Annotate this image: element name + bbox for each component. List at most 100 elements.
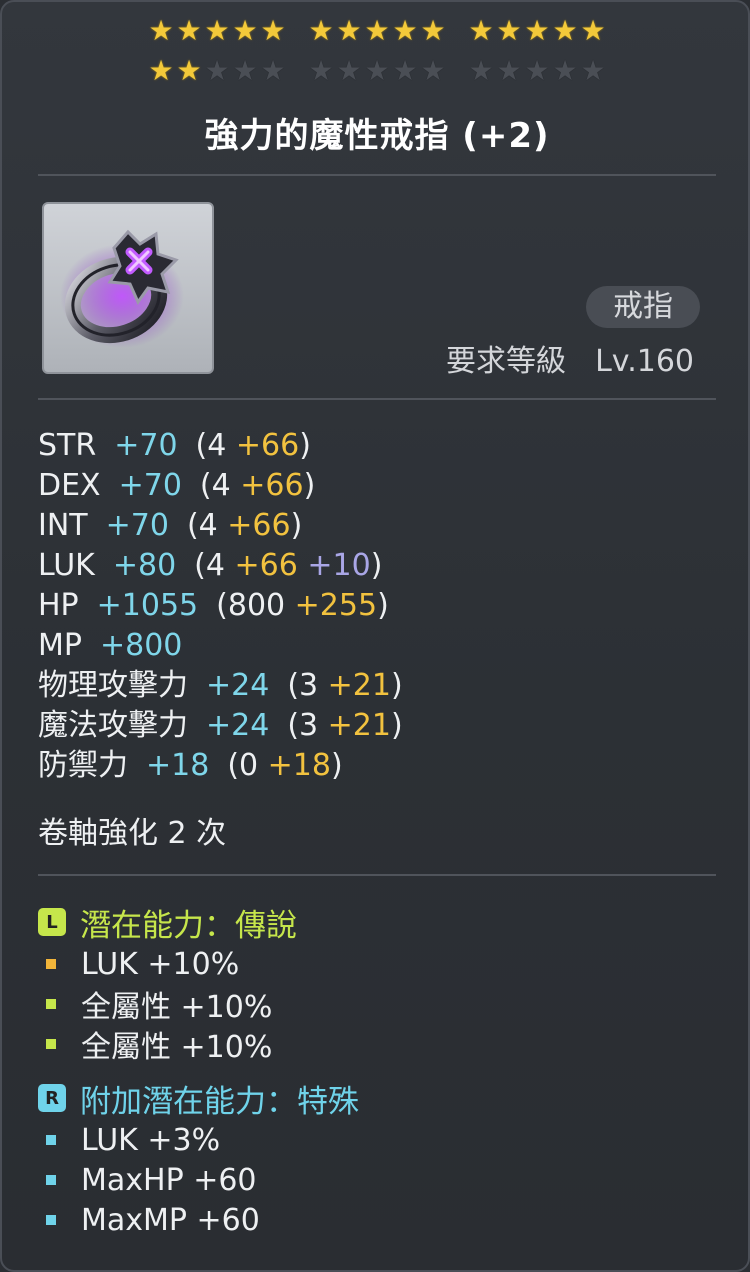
stat-total: +24 — [206, 708, 270, 743]
potential-line-text: LUK +10% — [81, 946, 240, 982]
bullet-icon — [46, 1039, 56, 1049]
star-filled-icon: ★ — [580, 14, 606, 47]
potential-line: 全屬性 +10% — [38, 984, 273, 1025]
star-filled-icon: ★ — [524, 14, 550, 47]
stat-base: 800 — [227, 588, 286, 623]
star-empty-icon: ★ — [392, 54, 418, 87]
potential-line-text: MaxHP +60 — [81, 1162, 257, 1198]
potential-line: MaxMP +60 — [38, 1200, 260, 1240]
requirement-level: Lv.160 — [595, 344, 694, 379]
star-empty-icon: ★ — [524, 54, 550, 87]
star-empty-icon: ★ — [552, 54, 578, 87]
additional-potential-label: 附加潛在能力：特殊 — [80, 1083, 359, 1120]
stat-line: LUK +80 (4 +66 +10) — [38, 548, 383, 583]
divider — [38, 174, 716, 176]
stat-bonus: +66 — [227, 508, 291, 543]
stat-bonus: +21 — [327, 668, 391, 703]
star-group: ★ ★ ★ ★ ★ — [308, 14, 446, 47]
star-group: ★ ★ ★ ★ ★ — [148, 54, 286, 87]
potential-line-text: 全屬性 +10% — [81, 1030, 273, 1065]
stat-name: INT — [38, 508, 88, 543]
potential-line: LUK +3% — [38, 1120, 220, 1160]
stat-base: 3 — [299, 708, 319, 743]
star-filled-icon: ★ — [176, 14, 202, 47]
stat-name: LUK — [38, 548, 95, 583]
stat-base: 3 — [299, 668, 319, 703]
star-filled-icon: ★ — [176, 54, 202, 87]
stat-bonus: +66 — [235, 428, 300, 463]
stat-bonus: +66 — [240, 468, 304, 503]
stat-line: INT +70 (4 +66) — [38, 508, 303, 543]
star-empty-icon: ★ — [580, 54, 606, 87]
stat-line: HP +1055 (800 +255) — [38, 588, 389, 623]
star-filled-icon: ★ — [148, 14, 174, 47]
potential-line-text: LUK +3% — [81, 1122, 221, 1158]
star-empty-icon: ★ — [336, 54, 362, 87]
stat-line: DEX +70 (4 +66) — [38, 468, 316, 503]
scroll-upgrade-count: 卷軸強化 2 次 — [38, 816, 227, 851]
star-filled-icon: ★ — [552, 14, 578, 47]
stat-total: +24 — [206, 668, 270, 703]
star-filled-icon: ★ — [392, 14, 418, 47]
stat-line: 物理攻擊力 +24 (3 +21) — [38, 668, 403, 703]
potential-line: 全屬性 +10% — [38, 1024, 273, 1065]
star-empty-icon: ★ — [204, 54, 230, 87]
star-force-row-1: ★ ★ ★ ★ ★ ★ ★ ★ ★ ★ ★ ★ ★ ★ ★ — [2, 14, 750, 47]
purple-cursed-ring-icon — [60, 229, 184, 348]
divider — [38, 874, 716, 876]
star-empty-icon: ★ — [232, 54, 258, 87]
potential-line: LUK +10% — [38, 944, 239, 984]
bullet-icon — [46, 999, 56, 1009]
stat-name: 魔法攻擊力 — [38, 708, 188, 743]
star-filled-icon: ★ — [308, 14, 334, 47]
potential-label: 潛在能力：傳說 — [80, 907, 297, 944]
star-group: ★ ★ ★ ★ ★ — [468, 14, 606, 47]
star-filled-icon: ★ — [232, 14, 258, 47]
stat-total: +70 — [114, 428, 178, 463]
stat-list: STR +70 (4 +66) DEX +70 (4 +66) INT +70 (4 +66) L… — [38, 426, 403, 786]
rare-tier-badge: R — [38, 1084, 66, 1112]
additional-potential-header: R 附加潛在能力：特殊 — [38, 1078, 359, 1120]
stat-bonus: +21 — [327, 708, 391, 743]
stat-name: STR — [38, 428, 97, 463]
item-name: 強力的魔性戒指 (+2) — [204, 116, 550, 156]
stat-bonus: +66 — [234, 548, 298, 583]
star-empty-icon: ★ — [308, 54, 334, 87]
stat-name: 物理攻擊力 — [38, 668, 188, 703]
requirement-label: 要求等級 — [445, 344, 566, 379]
level-requirement: 要求等級 Lv.160 — [446, 336, 694, 380]
stat-total: +18 — [146, 748, 210, 783]
stat-base: 4 — [207, 428, 227, 463]
star-group: ★ ★ ★ ★ ★ — [308, 54, 446, 87]
star-filled-icon: ★ — [148, 54, 174, 87]
potential-line: MaxHP +60 — [38, 1160, 257, 1200]
legendary-tier-badge: L — [38, 908, 66, 936]
stat-total: +1055 — [96, 588, 199, 623]
bullet-icon — [46, 1215, 56, 1225]
stat-total: +70 — [105, 508, 169, 543]
divider — [38, 398, 716, 400]
stat-bonus: +255 — [294, 588, 378, 623]
star-filled-icon: ★ — [204, 14, 230, 47]
bullet-icon — [46, 959, 56, 969]
bullet-icon — [46, 1175, 56, 1185]
stat-total: +70 — [118, 468, 182, 503]
stat-base: 4 — [205, 548, 225, 583]
star-filled-icon: ★ — [364, 14, 390, 47]
stat-line: STR +70 (4 +66) — [38, 428, 311, 463]
stat-name: MP — [38, 628, 82, 663]
stat-base: 0 — [239, 748, 259, 783]
potential-line-text: MaxMP +60 — [81, 1202, 260, 1238]
potential-header: L 潛在能力：傳說 — [38, 902, 297, 944]
star-filled-icon: ★ — [496, 14, 522, 47]
potential-line-text: 全屬性 +10% — [81, 990, 273, 1025]
stat-name: HP — [38, 588, 79, 623]
stat-line: MP +800 — [38, 626, 403, 666]
star-empty-icon: ★ — [496, 54, 522, 87]
star-filled-icon: ★ — [260, 14, 286, 47]
stat-name: 防禦力 — [38, 748, 128, 783]
star-filled-icon: ★ — [468, 14, 494, 47]
bullet-icon — [46, 1135, 56, 1145]
item-icon-frame — [42, 202, 214, 374]
stat-total: +80 — [112, 548, 177, 583]
